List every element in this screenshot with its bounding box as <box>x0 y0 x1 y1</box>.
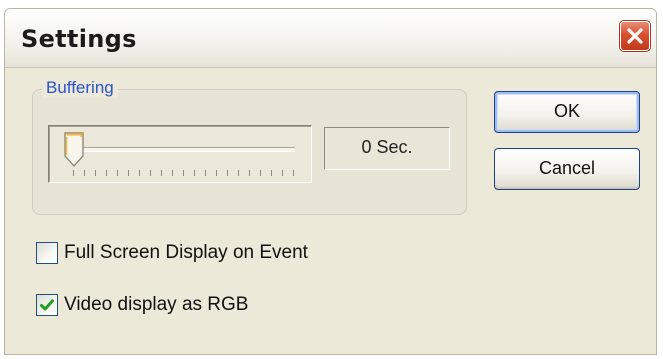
slider-tick <box>106 170 107 176</box>
slider-tick <box>183 170 184 176</box>
slider-tick <box>84 170 85 176</box>
slider-tick <box>194 170 195 176</box>
slider-ticks <box>73 170 299 178</box>
slider-tick <box>139 170 140 176</box>
slider-tick <box>249 170 250 176</box>
slider-thumb[interactable] <box>63 132 85 168</box>
slider-tick <box>227 170 228 176</box>
slider-tick <box>238 170 239 176</box>
close-button[interactable] <box>620 21 650 51</box>
slider-tick <box>95 170 96 176</box>
close-x-icon <box>627 28 643 44</box>
slider-track[interactable] <box>69 147 295 152</box>
slider-tick <box>150 170 151 176</box>
checkmark-icon <box>40 299 54 311</box>
ok-button[interactable]: OK <box>494 91 640 133</box>
buffering-group-label: Buffering <box>42 78 118 98</box>
slider-tick <box>161 170 162 176</box>
buffering-value-display: 0 Sec. <box>324 127 450 170</box>
slider-tick <box>172 170 173 176</box>
cancel-button[interactable]: Cancel <box>494 148 640 190</box>
slider-tick <box>271 170 272 176</box>
slider-tick <box>205 170 206 176</box>
title-bar[interactable]: Settings <box>5 9 656 68</box>
slider-tick <box>260 170 261 176</box>
slider-tick <box>128 170 129 176</box>
rgb-label[interactable]: Video display as RGB <box>64 294 248 316</box>
rgb-checkbox[interactable] <box>36 294 58 316</box>
slider-tick <box>293 170 294 176</box>
window-title: Settings <box>21 25 137 53</box>
buffering-slider[interactable] <box>48 125 312 183</box>
slider-tick <box>282 170 283 176</box>
full-screen-label[interactable]: Full Screen Display on Event <box>64 242 308 264</box>
slider-tick <box>216 170 217 176</box>
full-screen-checkbox[interactable] <box>36 242 58 264</box>
slider-tick <box>73 170 74 176</box>
slider-tick <box>117 170 118 176</box>
